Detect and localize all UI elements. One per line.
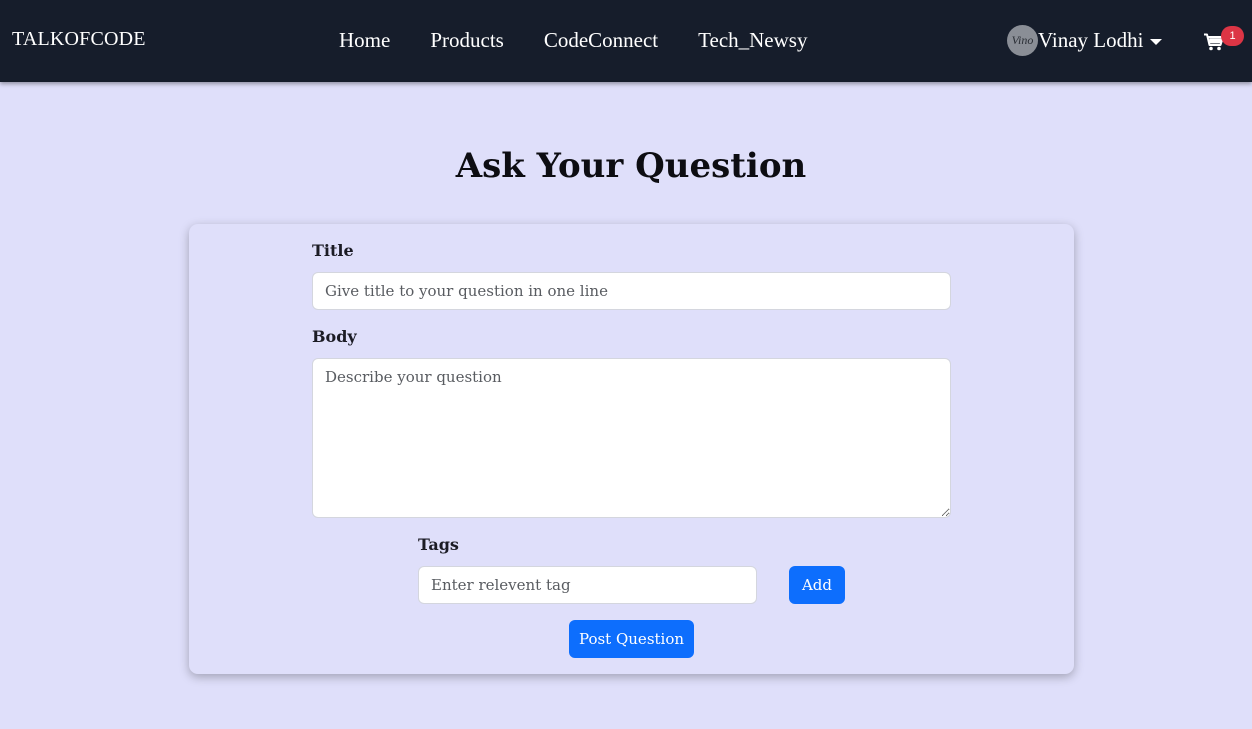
brand-logo-link[interactable]: TALKOFCODE: [12, 28, 146, 51]
tags-label: Tags: [418, 535, 459, 554]
caret-down-icon: [1150, 38, 1163, 45]
page-title: Ask Your Question: [455, 146, 807, 186]
user-name: Vinay Lodhi: [1038, 28, 1144, 52]
add-tag-button[interactable]: Add: [789, 566, 845, 604]
tags-input[interactable]: [418, 566, 757, 604]
title-input[interactable]: [312, 272, 951, 310]
nav-links: Home Products CodeConnect Tech_Newsy: [339, 28, 807, 53]
top-navbar: TALKOFCODE Home Products CodeConnect Tec…: [0, 0, 1252, 82]
nav-link-codeconnect[interactable]: CodeConnect: [544, 28, 658, 53]
user-menu-dropdown[interactable]: Vino Vinay Lodhi: [1007, 25, 1163, 56]
cart-count-badge: 1: [1221, 26, 1244, 46]
question-form-card: Title Body Tags Add Post Question: [189, 224, 1074, 674]
avatar-text: Vino: [1011, 33, 1034, 47]
body-textarea[interactable]: [312, 358, 951, 518]
avatar: Vino: [1007, 25, 1038, 56]
nav-link-tech-newsy[interactable]: Tech_Newsy: [698, 28, 807, 53]
body-label: Body: [312, 327, 357, 346]
title-label: Title: [312, 241, 354, 260]
post-question-button[interactable]: Post Question: [569, 620, 694, 658]
nav-link-products[interactable]: Products: [430, 28, 504, 53]
nav-link-home[interactable]: Home: [339, 28, 390, 53]
